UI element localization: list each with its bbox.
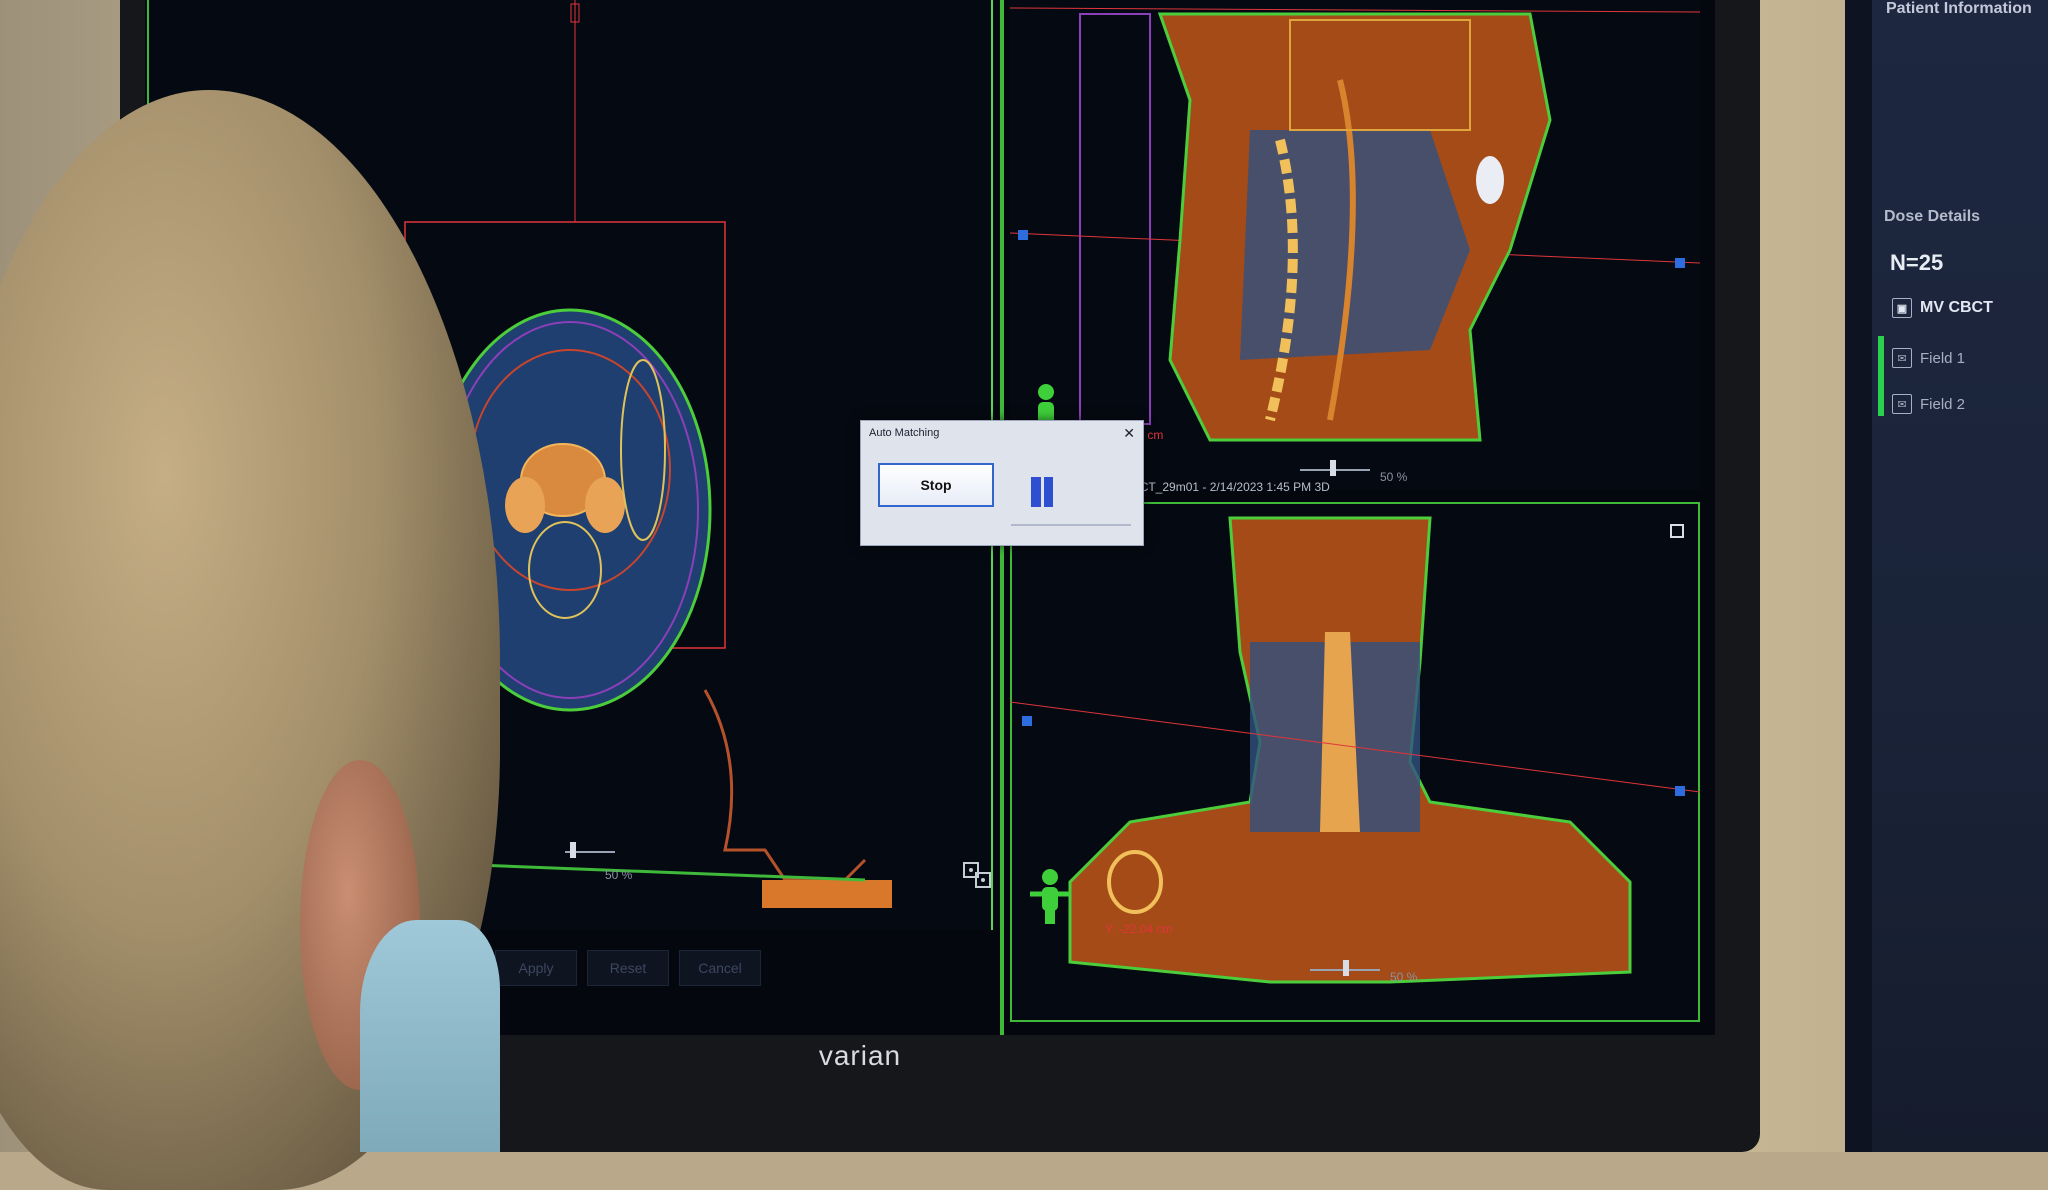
sagittal-viewport[interactable]: X: -4.22 cm 50 % (1010, 0, 1700, 490)
auto-matching-dialog: Auto Matching ✕ Stop (860, 420, 1144, 546)
status-indicator (1878, 336, 1884, 416)
sagittal-ct-image (1010, 7, 1700, 476)
side-item-label: Field 1 (1920, 349, 1966, 367)
frontal-shift-label: Y: -22.04 cm (1105, 922, 1173, 936)
patient-orientation-icon-2 (1030, 869, 1070, 924)
close-icon[interactable]: ✕ (1123, 425, 1135, 442)
dice-icon[interactable] (960, 855, 995, 895)
side-item-field-2[interactable]: ✉ Field 2 (1892, 394, 1965, 414)
image-icon: ▣ (1892, 298, 1912, 318)
side-item-mv-cbct[interactable]: ▣ MV CBCT (1892, 298, 1993, 318)
monitor-brand-logo: varian (818, 1040, 902, 1071)
axial-scale-label: 50 % (605, 868, 633, 882)
dialog-title: Auto Matching (869, 427, 940, 439)
apply-button[interactable]: Apply (495, 950, 577, 986)
side-item-label: MV CBCT (1920, 299, 1993, 316)
frontal-viewport[interactable]: Y: -22.04 cm 50 % (1010, 502, 1700, 1022)
frontal-ct-image (1010, 516, 1700, 984)
stop-button[interactable]: Stop (878, 463, 994, 507)
cancel-button[interactable]: Cancel (679, 950, 761, 986)
sagittal-scale-label: 50 % (1380, 470, 1408, 484)
field-icon: ✉ (1892, 348, 1912, 368)
frontal-scale-label: 50 % (1390, 970, 1418, 984)
side-item-label: Field 2 (1920, 395, 1966, 413)
dose-details-title: Dose Details (1884, 208, 1981, 225)
side-panel-header: Patient Information (1886, 0, 2032, 17)
fraction-count: N=25 (1890, 250, 1944, 275)
progress-icon (1031, 477, 1053, 507)
side-item-field-1[interactable]: ✉ Field 1 (1892, 348, 1965, 368)
maximize-icon[interactable] (1670, 524, 1684, 538)
field-icon: ✉ (1892, 394, 1912, 414)
face-mask (360, 920, 500, 1152)
reset-button[interactable]: Reset (587, 950, 669, 986)
side-panel (1872, 0, 2048, 1152)
dialog-progress-track (1011, 524, 1131, 526)
